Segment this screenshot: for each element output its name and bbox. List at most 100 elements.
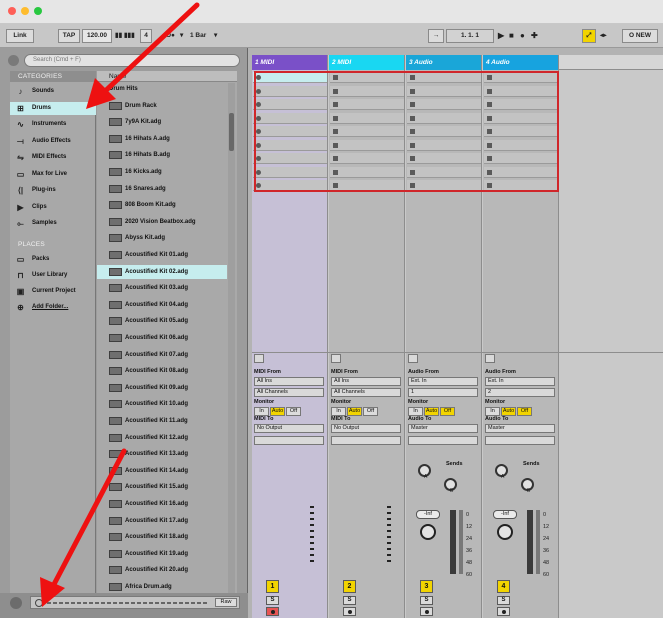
input-channel-select[interactable]: 1 <box>408 388 478 397</box>
clip-slot[interactable] <box>330 180 404 191</box>
send-a-knob[interactable]: A <box>495 464 508 480</box>
volume-fader[interactable] <box>459 510 463 574</box>
track-io-toggle[interactable] <box>254 354 264 363</box>
follow-arrow-icon[interactable]: → <box>428 29 444 43</box>
file-item[interactable]: 2020 Vision Beatbox.adg <box>97 215 225 229</box>
file-item[interactable]: Acoustified Kit 03.adg <box>97 281 225 295</box>
arm-button[interactable] <box>497 607 510 616</box>
stop-slot-icon[interactable] <box>487 183 492 188</box>
stop-slot-icon[interactable] <box>333 183 338 188</box>
browser-toggle-icon[interactable] <box>8 55 19 66</box>
stop-slot-icon[interactable] <box>410 129 415 134</box>
clip-slot[interactable] <box>253 112 327 124</box>
stop-slot-icon[interactable] <box>333 88 338 94</box>
raw-button[interactable]: Raw <box>215 598 237 607</box>
name-column-header[interactable]: Name <box>97 71 237 82</box>
stop-slot-icon[interactable] <box>333 102 338 107</box>
new-button[interactable]: O NEW <box>622 29 658 43</box>
monitor-auto-button[interactable]: Auto <box>424 407 439 416</box>
stop-slot-icon[interactable] <box>410 102 415 107</box>
clip-slot[interactable] <box>253 180 327 191</box>
time-signature-field[interactable]: 4 <box>140 29 152 43</box>
search-input[interactable]: Search (Cmd + F) <box>24 54 240 67</box>
monitor-off-button[interactable]: Off <box>286 407 301 416</box>
track-activator-button[interactable]: 3 <box>420 580 433 593</box>
category-item-audio-effects[interactable]: ⟞ Audio Effects <box>10 135 96 148</box>
volume-field[interactable]: -Inf <box>493 510 517 519</box>
stop-slot-icon[interactable] <box>487 129 492 134</box>
file-item[interactable]: Acoustified Kit 15.adg <box>97 480 225 494</box>
monitor-auto-button[interactable]: Auto <box>501 407 516 416</box>
clip-slot[interactable] <box>330 139 404 151</box>
output-select[interactable]: No Output <box>331 424 401 433</box>
song-position-field[interactable]: 1. 1. 1 <box>446 29 494 43</box>
clip-slot[interactable] <box>253 153 327 164</box>
file-item[interactable]: 808 Boom Kit.adg <box>97 198 225 212</box>
arm-button[interactable] <box>420 607 433 616</box>
stop-slot-icon[interactable] <box>333 115 338 121</box>
volume-field[interactable]: -Inf <box>416 510 440 519</box>
file-item[interactable]: Acoustified Kit 14.adg <box>97 464 225 478</box>
monitor-off-button[interactable]: Off <box>363 407 378 416</box>
preview-waveform[interactable]: Raw <box>30 596 240 609</box>
stop-slot-icon[interactable] <box>410 156 415 161</box>
input-type-select[interactable]: Ext. In <box>485 377 555 386</box>
output-sub-select[interactable] <box>254 436 324 445</box>
stop-slot-icon[interactable] <box>333 156 338 161</box>
clip-slot[interactable] <box>484 112 558 124</box>
track-header[interactable]: 1 MIDI <box>252 55 327 70</box>
file-item[interactable]: Acoustified Kit 09.adg <box>97 381 225 395</box>
record-slot-icon[interactable] <box>256 129 261 134</box>
record-slot-icon[interactable] <box>256 142 261 148</box>
send-a-knob[interactable]: A <box>418 464 431 480</box>
input-channel-select[interactable]: 2 <box>485 388 555 397</box>
clip-slot[interactable] <box>407 72 481 83</box>
clip-slot[interactable] <box>253 72 327 83</box>
volume-fader[interactable] <box>536 510 540 574</box>
clip-slot[interactable] <box>330 72 404 83</box>
file-item[interactable]: Acoustified Kit 16.adg <box>97 497 225 511</box>
output-select[interactable]: No Output <box>254 424 324 433</box>
file-list-scrollbar[interactable] <box>228 83 235 603</box>
solo-button[interactable]: S <box>266 596 279 605</box>
stop-slot-icon[interactable] <box>410 115 415 121</box>
file-item[interactable]: Africa Drum.adg <box>97 580 225 594</box>
file-item[interactable]: Acoustified Kit 08.adg <box>97 364 225 378</box>
track-io-toggle[interactable] <box>408 354 418 363</box>
stop-slot-icon[interactable] <box>487 142 492 148</box>
place-item-user-library[interactable]: ⊓ User Library <box>10 269 96 282</box>
record-slot-icon[interactable] <box>256 88 261 94</box>
monitor-auto-button[interactable]: Auto <box>270 407 285 416</box>
file-item[interactable]: 16 Hihats A.adg <box>97 132 225 146</box>
stop-slot-icon[interactable] <box>333 129 338 134</box>
file-item[interactable]: Abyss Kit.adg <box>97 231 225 245</box>
record-slot-icon[interactable] <box>256 102 261 107</box>
chevron-down-icon[interactable]: ▾ <box>180 29 183 43</box>
category-item-samples[interactable]: ⟜ Samples <box>10 217 96 230</box>
close-window-icon[interactable] <box>8 7 16 15</box>
file-item[interactable]: Acoustified Kit 04.adg <box>97 298 225 312</box>
nudge-icon[interactable]: ▮▮ ▮▮▮ <box>115 29 135 43</box>
category-item-instruments[interactable]: ∿ Instruments <box>10 118 96 131</box>
clip-slot[interactable] <box>484 180 558 191</box>
category-item-max-for-live[interactable]: ▭ Max for Live <box>10 168 96 181</box>
clip-slot[interactable] <box>484 139 558 151</box>
stop-slot-icon[interactable] <box>487 115 492 121</box>
output-sub-select[interactable] <box>408 436 478 445</box>
clip-slot[interactable] <box>407 85 481 97</box>
monitor-in-button[interactable]: In <box>331 407 346 416</box>
record-slot-icon[interactable] <box>256 156 261 161</box>
file-item[interactable]: 16 Kicks.adg <box>97 165 225 179</box>
record-icon[interactable]: ● <box>520 29 525 43</box>
scroll-thumb[interactable] <box>229 113 234 151</box>
quant-chevron-icon[interactable]: ▾ <box>214 29 217 43</box>
category-item-drums[interactable]: ⊞ Drums <box>10 101 96 115</box>
file-item[interactable]: Acoustified Kit 06.adg <box>97 331 225 345</box>
pan-knob[interactable] <box>420 524 436 540</box>
file-item[interactable]: Acoustified Kit 20.adg <box>97 563 225 577</box>
tempo-field[interactable]: 120.00 <box>82 29 112 43</box>
clip-slot[interactable] <box>330 166 404 178</box>
input-type-select[interactable]: Ext. In <box>408 377 478 386</box>
headphones-icon[interactable] <box>35 599 43 607</box>
stop-slot-icon[interactable] <box>487 169 492 175</box>
